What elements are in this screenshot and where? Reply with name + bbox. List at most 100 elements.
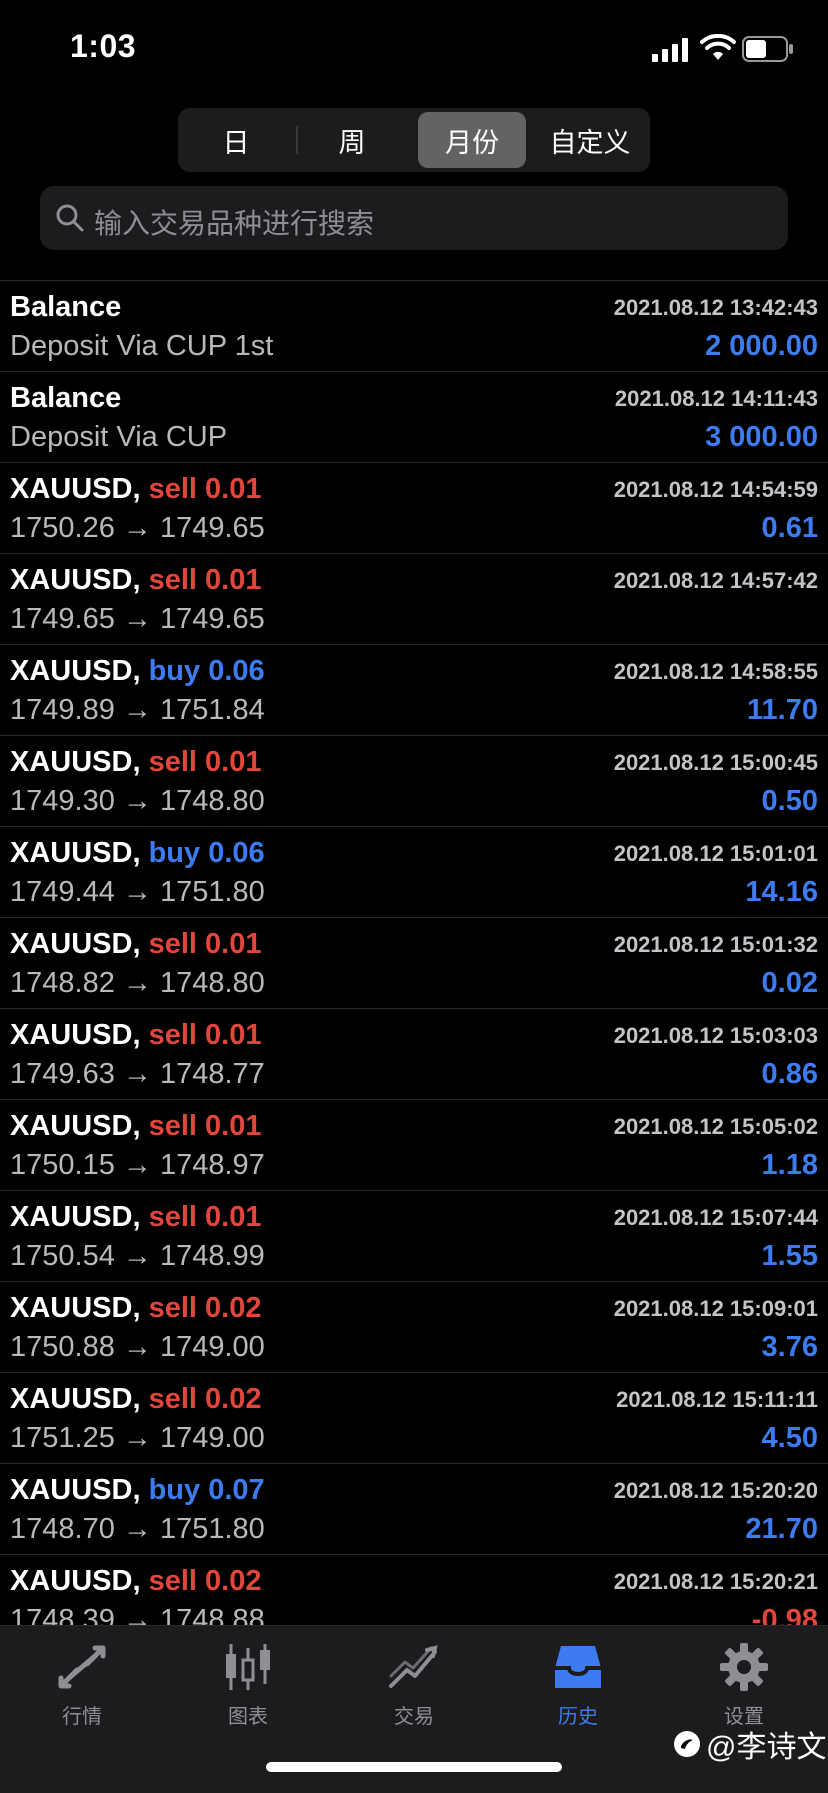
wifi-icon — [700, 34, 736, 60]
tab-quotes[interactable]: 行情 — [22, 1640, 142, 1740]
row-side: sell — [148, 1110, 197, 1142]
row-amount: 1.55 — [761, 1240, 818, 1272]
row-subtitle: 1749.65 → 1749.65 — [10, 603, 265, 635]
history-row[interactable]: XAUUSD, sell 0.01 1750.26 → 1749.65 2021.0… — [0, 462, 828, 553]
row-volume: 0.01 — [205, 564, 262, 596]
row-side: sell — [148, 746, 197, 778]
row-symbol: XAUUSD, — [10, 746, 141, 778]
history-row[interactable]: XAUUSD, sell 0.01 1748.82 → 1748.80 2021.0… — [0, 917, 828, 1008]
history-row[interactable]: XAUUSD, buy 0.06 1749.44 → 1751.80 2021.08… — [0, 826, 828, 917]
row-symbol: XAUUSD, — [10, 1383, 141, 1415]
row-side: sell — [148, 1383, 197, 1415]
watermark-text: @李诗文 — [706, 1731, 827, 1764]
row-volume: 0.02 — [205, 1383, 262, 1415]
row-amount: 11.70 — [747, 694, 818, 726]
row-amount: 14.16 — [745, 876, 818, 908]
row-subtitle: 1749.89 → 1751.84 — [10, 694, 265, 726]
row-timestamp: 2021.08.12 15:20:21 — [613, 1569, 818, 1594]
row-amount: 0.61 — [761, 512, 818, 544]
chart-icon — [226, 1644, 270, 1690]
tab-trade[interactable]: 交易 — [354, 1640, 474, 1740]
row-subtitle: 1749.63 → 1748.77 — [10, 1058, 265, 1090]
home-indicator[interactable] — [266, 1762, 562, 1772]
row-amount: 21.70 — [745, 1513, 818, 1545]
row-volume: 0.01 — [205, 746, 262, 778]
status-time: 1:03 — [70, 28, 137, 64]
row-amount: 0.02 — [761, 967, 818, 999]
cellular-signal-icon — [652, 38, 688, 62]
row-symbol: XAUUSD, — [10, 1110, 141, 1142]
row-title: XAUUSD, sell 0.01 — [10, 473, 261, 506]
row-volume: 0.02 — [205, 1565, 262, 1597]
row-amount: 1.18 — [761, 1149, 818, 1181]
history-row[interactable]: XAUUSD, sell 0.02 1751.25 → 1749.00 2021.0… — [0, 1372, 828, 1463]
search-icon — [56, 204, 84, 232]
row-timestamp: 2021.08.12 15:03:03 — [613, 1023, 818, 1048]
segment-week[interactable]: 周 — [298, 112, 406, 168]
search-placeholder: 输入交易品种进行搜索 — [94, 208, 375, 239]
row-volume: 0.01 — [205, 928, 262, 960]
row-title: XAUUSD, buy 0.06 — [10, 837, 265, 870]
history-row[interactable]: Balance Deposit Via CUP 2021.08.12 14:11:4… — [0, 371, 828, 462]
segment-day[interactable]: 日 — [182, 112, 290, 168]
symbol-search-field[interactable]: 输入交易品种进行搜索 — [40, 186, 788, 250]
row-timestamp: 2021.08.12 15:00:45 — [613, 750, 818, 775]
row-subtitle: 1749.30 → 1748.80 — [10, 785, 265, 817]
period-segmented-control: 日 周 月份 自定义 — [178, 108, 650, 172]
history-row[interactable]: XAUUSD, sell 0.02 1750.88 → 1749.00 2021.0… — [0, 1281, 828, 1372]
row-side: sell — [148, 1201, 197, 1233]
row-symbol: XAUUSD, — [10, 1565, 141, 1597]
row-timestamp: 2021.08.12 15:01:32 — [613, 932, 818, 957]
segment-month[interactable]: 月份 — [418, 112, 526, 168]
row-symbol: XAUUSD, — [10, 1292, 141, 1324]
row-amount: 4.50 — [761, 1422, 818, 1454]
history-icon — [555, 1646, 601, 1688]
row-side: sell — [148, 1019, 197, 1051]
row-volume: 0.02 — [205, 1292, 262, 1324]
segment-custom[interactable]: 自定义 — [536, 112, 644, 168]
history-row[interactable]: XAUUSD, buy 0.06 1749.89 → 1751.84 2021.08… — [0, 644, 828, 735]
history-row[interactable]: XAUUSD, sell 0.01 1749.30 → 1748.80 2021.0… — [0, 735, 828, 826]
row-subtitle: 1748.70 → 1751.80 — [10, 1513, 265, 1545]
row-title: XAUUSD, sell 0.01 — [10, 1110, 261, 1143]
row-timestamp: 2021.08.12 13:42:43 — [613, 295, 818, 320]
history-row[interactable]: Balance Deposit Via CUP 1st 2021.08.12 13:… — [0, 280, 828, 371]
history-row[interactable]: XAUUSD, buy 0.07 1748.70 → 1751.80 2021.08… — [0, 1463, 828, 1554]
row-side: buy — [148, 837, 201, 869]
tab-label-history: 历史 — [558, 1706, 598, 1728]
row-symbol: Balance — [10, 291, 122, 323]
row-title: XAUUSD, sell 0.01 — [10, 1201, 261, 1234]
row-timestamp: 2021.08.12 15:09:01 — [613, 1296, 818, 1321]
row-timestamp: 2021.08.12 14:11:43 — [614, 386, 818, 411]
row-title: XAUUSD, sell 0.01 — [10, 928, 261, 961]
row-symbol: XAUUSD, — [10, 1474, 141, 1506]
row-title: Balance — [10, 382, 121, 415]
row-subtitle: 1748.82 → 1748.80 — [10, 967, 265, 999]
row-title: XAUUSD, buy 0.07 — [10, 1474, 265, 1507]
row-symbol: XAUUSD, — [10, 473, 141, 505]
row-title: XAUUSD, sell 0.02 — [10, 1565, 261, 1598]
row-subtitle: 1750.15 → 1748.97 — [10, 1149, 265, 1181]
row-timestamp: 2021.08.12 15:07:44 — [613, 1205, 818, 1230]
row-subtitle: Deposit Via CUP 1st — [10, 330, 274, 362]
row-amount: 3.76 — [761, 1331, 818, 1363]
history-row[interactable]: XAUUSD, sell 0.01 1750.54 → 1748.99 2021.0… — [0, 1190, 828, 1281]
history-row[interactable]: XAUUSD, sell 0.01 1749.63 → 1748.77 2021.0… — [0, 1008, 828, 1099]
settings-icon — [720, 1643, 768, 1691]
history-row[interactable]: XAUUSD, sell 0.01 1750.15 → 1748.97 2021.0… — [0, 1099, 828, 1190]
row-side: buy — [148, 1474, 201, 1506]
trade-icon — [389, 1645, 438, 1688]
history-row[interactable]: XAUUSD, sell 0.01 1749.65 → 1749.65 2021.0… — [0, 553, 828, 644]
row-title: XAUUSD, sell 0.02 — [10, 1383, 261, 1416]
status-bar: 1:03 — [0, 0, 828, 100]
row-title: XAUUSD, sell 0.01 — [10, 746, 261, 779]
row-timestamp: 2021.08.12 14:54:59 — [613, 477, 818, 502]
battery-icon — [742, 36, 793, 62]
row-timestamp: 2021.08.12 15:20:20 — [613, 1478, 818, 1503]
row-timestamp: 2021.08.12 14:57:42 — [613, 568, 818, 593]
tab-label-trade: 交易 — [394, 1706, 434, 1728]
row-side: sell — [148, 473, 197, 505]
tab-chart[interactable]: 图表 — [188, 1640, 308, 1740]
tab-history[interactable]: 历史 — [518, 1640, 638, 1740]
row-subtitle: 1750.88 → 1749.00 — [10, 1331, 265, 1363]
